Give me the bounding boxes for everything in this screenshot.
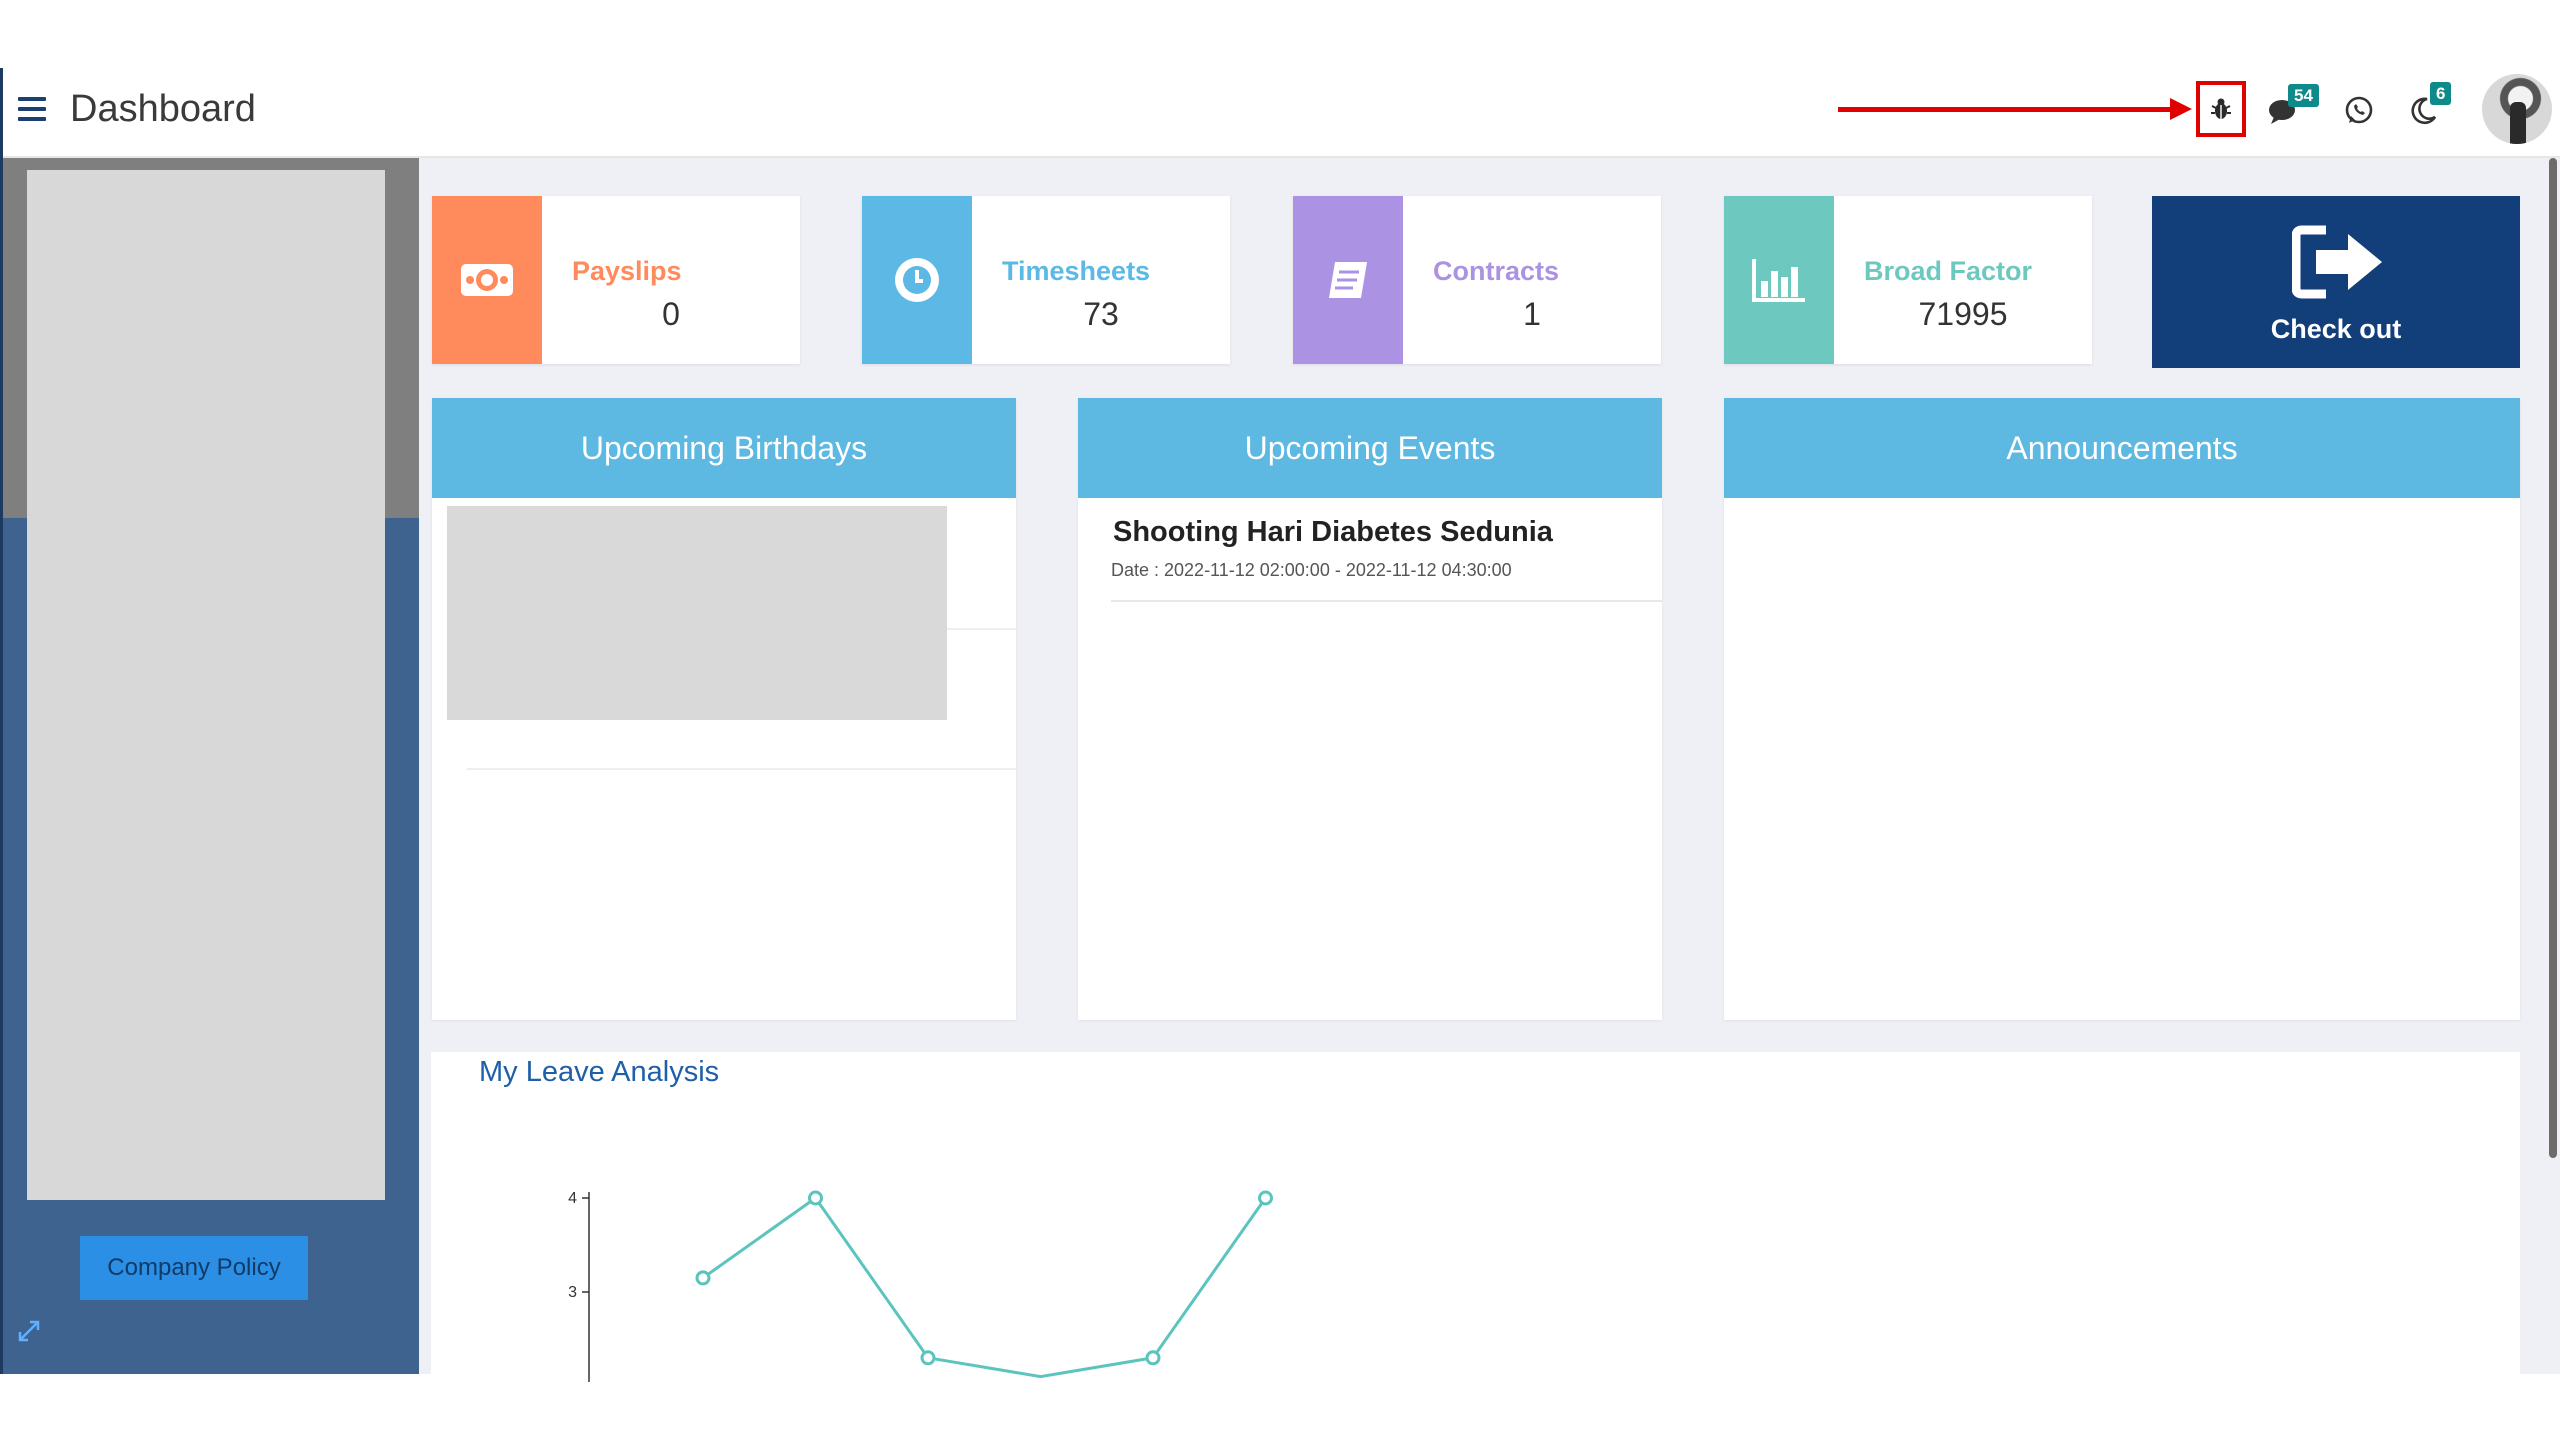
messages-badge: 54 [2288,84,2319,107]
events-panel: Upcoming Events Shooting Hari Diabetes S… [1078,398,1662,1020]
leave-chart: 34 [568,1190,1273,1382]
panel-title: Upcoming Birthdays [432,398,1016,498]
panel-title: Upcoming Events [1078,398,1662,498]
company-policy-button[interactable]: Company Policy [80,1236,308,1300]
announcements-panel: Announcements [1724,398,2520,1020]
card-value: 1 [1523,296,1541,332]
avatar[interactable] [2482,74,2552,144]
leave-analysis-panel: My Leave Analysis 34 [431,1052,2520,1382]
event-title[interactable]: Shooting Hari Diabetes Sedunia [1113,516,1553,549]
sidebar-image-placeholder [27,170,385,1200]
y-tick-label: 3 [568,1284,577,1301]
card-payslips[interactable]: Payslips 0 [432,196,800,364]
card-broad-factor[interactable]: Broad Factor 71995 [1724,196,2092,364]
document-icon [1293,196,1403,364]
annotation-arrow-head [2170,98,2192,120]
annotation-arrow [1838,107,2173,112]
card-label: Timesheets [1002,256,1151,286]
checkout-button[interactable]: Check out [2152,196,2520,368]
bug-report-button[interactable] [2196,81,2246,137]
messages-button[interactable]: 54 [2262,84,2319,134]
card-value: 71995 [1918,296,2008,332]
series-line [702,1195,1267,1379]
card-label: Payslips [572,256,682,286]
bar-chart-icon [1724,196,1834,364]
notifications-badge: 6 [2430,82,2452,105]
divider [1111,600,1662,602]
clock-icon [862,196,972,364]
birthdays-image-placeholder [447,506,947,720]
divider [467,768,1016,770]
panel-title: Announcements [1724,398,2520,498]
card-value: 73 [1083,296,1119,332]
checkout-label: Check out [2270,314,2402,344]
notifications-button[interactable]: 6 [2400,82,2452,134]
event-date: Date : 2022-11-12 02:00:00 - 2022-11-12 … [1111,560,1512,580]
page-title: Dashboard [70,88,256,130]
whatsapp-icon [2345,96,2373,124]
money-icon [432,196,542,364]
card-contracts[interactable]: Contracts 1 [1293,196,1661,364]
bug-icon [2211,98,2231,119]
data-point [1145,1350,1161,1366]
data-point [808,1190,823,1206]
data-point [920,1350,936,1366]
menu-icon[interactable] [18,97,46,121]
scrollbar[interactable] [2549,158,2557,1158]
expand-icon[interactable] [16,1318,42,1344]
whatsapp-button[interactable] [2336,88,2382,134]
sign-out-icon [2292,225,2382,299]
card-timesheets[interactable]: Timesheets 73 [862,196,1230,364]
card-value: 0 [662,296,680,332]
card-label: Broad Factor [1864,256,2033,286]
data-point [695,1270,711,1286]
birthdays-panel: Upcoming Birthdays [432,398,1016,1020]
y-tick-label: 4 [568,1190,577,1207]
data-point [1258,1190,1273,1206]
card-label: Contracts [1433,256,1560,286]
